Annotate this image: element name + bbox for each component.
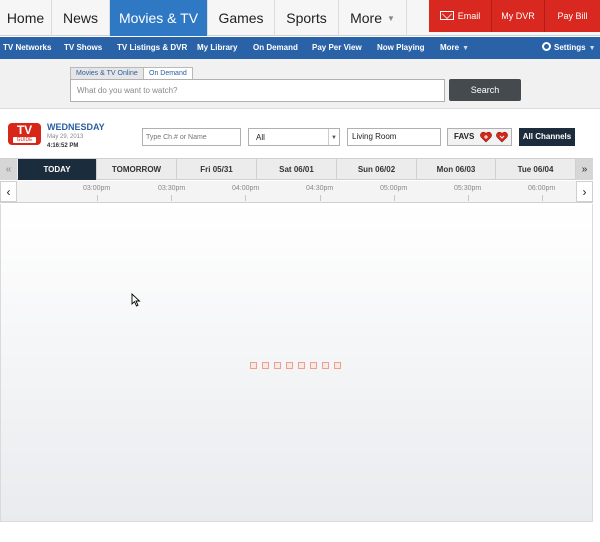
time-tick — [468, 195, 469, 201]
favs-button[interactable]: FAVS — [447, 128, 512, 146]
logo-subtext: GUIDE — [13, 137, 36, 143]
day-prev-button[interactable]: « — [0, 159, 17, 180]
time-tick — [542, 195, 543, 201]
email-button[interactable]: Email — [429, 0, 491, 32]
time-label: 05:30pm — [454, 185, 482, 192]
listings-grid — [0, 204, 593, 522]
nav-games[interactable]: Games — [208, 0, 275, 36]
chevron-down-icon: ▼ — [386, 14, 395, 24]
channel-filter-select[interactable]: All ▼ — [248, 128, 340, 146]
time-tick — [245, 195, 246, 201]
pay-bill-button[interactable]: Pay Bill — [544, 0, 600, 32]
sub-nav: TV Networks TV Shows TV Listings & DVR M… — [0, 37, 600, 59]
double-chevron-right-icon: » — [581, 164, 588, 175]
gear-icon — [542, 42, 551, 52]
tv-guide-logo[interactable]: TV GUIDE — [8, 123, 41, 145]
loading-indicator — [310, 362, 317, 369]
nav-sports[interactable]: Sports — [275, 0, 339, 36]
subnav-pay-per-view[interactable]: Pay Per View — [312, 37, 362, 59]
time-label: 06:00pm — [528, 185, 556, 192]
day-tab-today[interactable]: TODAY — [18, 159, 97, 180]
loading-indicator — [250, 362, 257, 369]
time-label: 05:00pm — [380, 185, 408, 192]
nav-news-label: News — [62, 10, 98, 26]
current-day: WEDNESDAY — [47, 122, 105, 132]
mouse-cursor-icon — [131, 293, 141, 307]
current-datetime: WEDNESDAY May 29, 2013 4:16:52 PM — [47, 122, 117, 152]
time-tick — [171, 195, 172, 201]
search-input[interactable] — [70, 79, 445, 102]
subnav-more-label: More — [440, 43, 460, 52]
time-label: 03:30pm — [158, 185, 186, 192]
nav-sports-label: Sports — [286, 10, 327, 26]
day-tab-mon[interactable]: Mon 06/03 — [417, 159, 496, 180]
loading-indicator — [262, 362, 269, 369]
subnav-tv-shows[interactable]: TV Shows — [64, 37, 102, 59]
chevron-down-icon: ▼ — [328, 129, 339, 145]
account-actions: Email My DVR Pay Bill — [429, 0, 600, 32]
nav-home-label: Home — [6, 10, 45, 26]
time-tick — [320, 195, 321, 201]
subnav-now-playing[interactable]: Now Playing — [377, 37, 425, 59]
loading-indicator — [322, 362, 329, 369]
day-tab-sat[interactable]: Sat 06/01 — [257, 159, 337, 180]
room-select[interactable]: Living Room — [347, 128, 441, 146]
subnav-more[interactable]: More ▼ — [440, 37, 469, 59]
day-tab-tomorrow[interactable]: TOMORROW — [97, 159, 177, 180]
time-label: 04:30pm — [306, 185, 334, 192]
time-tick — [394, 195, 395, 201]
nav-movies-tv[interactable]: Movies & TV — [110, 0, 208, 36]
day-tabs: « TODAY TOMORROW Fri 05/31 Sat 06/01 Sun… — [0, 158, 593, 180]
nav-home[interactable]: Home — [0, 0, 52, 36]
pay-bill-label: Pay Bill — [557, 11, 588, 21]
current-time: 4:16:52 PM — [47, 143, 79, 149]
time-prev-button[interactable]: ‹ — [0, 181, 17, 202]
all-channels-button[interactable]: All Channels — [519, 128, 575, 146]
top-nav: Home News Movies & TV Games Sports More ▼… — [0, 0, 600, 36]
chevron-left-icon: ‹ — [6, 185, 11, 199]
chevron-down-icon: ▼ — [588, 45, 596, 52]
page: Home News Movies & TV Games Sports More ▼… — [0, 0, 600, 542]
time-next-button[interactable]: › — [576, 181, 593, 202]
favs-label: FAVS — [454, 132, 475, 141]
loading-indicator — [298, 362, 305, 369]
search-button[interactable]: Search — [449, 79, 521, 101]
time-label: 04:00pm — [232, 185, 260, 192]
current-date: May 29, 2013 — [47, 134, 84, 140]
nav-more[interactable]: More ▼ — [339, 0, 407, 36]
subnav-my-library[interactable]: My Library — [197, 37, 237, 59]
day-tab-sun[interactable]: Sun 06/02 — [337, 159, 417, 180]
my-dvr-button[interactable]: My DVR — [491, 0, 544, 32]
double-chevron-left-icon: « — [5, 164, 12, 175]
envelope-icon — [439, 11, 454, 21]
settings-label: Settings — [554, 43, 586, 52]
nav-movies-tv-label: Movies & TV — [118, 10, 199, 26]
email-label: Email — [457, 11, 481, 21]
subnav-tv-networks[interactable]: TV Networks — [3, 37, 51, 59]
logo-text: TV — [16, 123, 33, 137]
channel-filter-value: All — [256, 133, 265, 142]
subnav-tv-listings-dvr[interactable]: TV Listings & DVR — [117, 37, 187, 59]
chevron-down-icon: ▼ — [462, 45, 470, 52]
settings-menu[interactable]: Settings ▼ — [542, 37, 596, 59]
subnav-on-demand[interactable]: On Demand — [253, 37, 298, 59]
heart-icon — [480, 131, 492, 143]
nav-games-label: Games — [218, 10, 264, 26]
channel-search-input[interactable] — [142, 128, 241, 146]
day-tab-tue[interactable]: Tue 06/04 — [496, 159, 576, 180]
heart-icon — [496, 131, 508, 143]
day-next-button[interactable]: » — [576, 159, 593, 180]
time-row: ‹ 03:00pm 03:30pm 04:00pm 04:30pm 05:00p… — [0, 181, 593, 203]
chevron-right-icon: › — [582, 185, 587, 199]
nav-more-label: More — [350, 10, 382, 26]
loading-indicator — [334, 362, 341, 369]
nav-news[interactable]: News — [52, 0, 110, 36]
loading-indicator — [274, 362, 281, 369]
time-tick — [97, 195, 98, 201]
time-label: 03:00pm — [83, 185, 111, 192]
day-tab-fri[interactable]: Fri 05/31 — [177, 159, 257, 180]
loading-indicator — [286, 362, 293, 369]
my-dvr-label: My DVR — [501, 11, 535, 21]
